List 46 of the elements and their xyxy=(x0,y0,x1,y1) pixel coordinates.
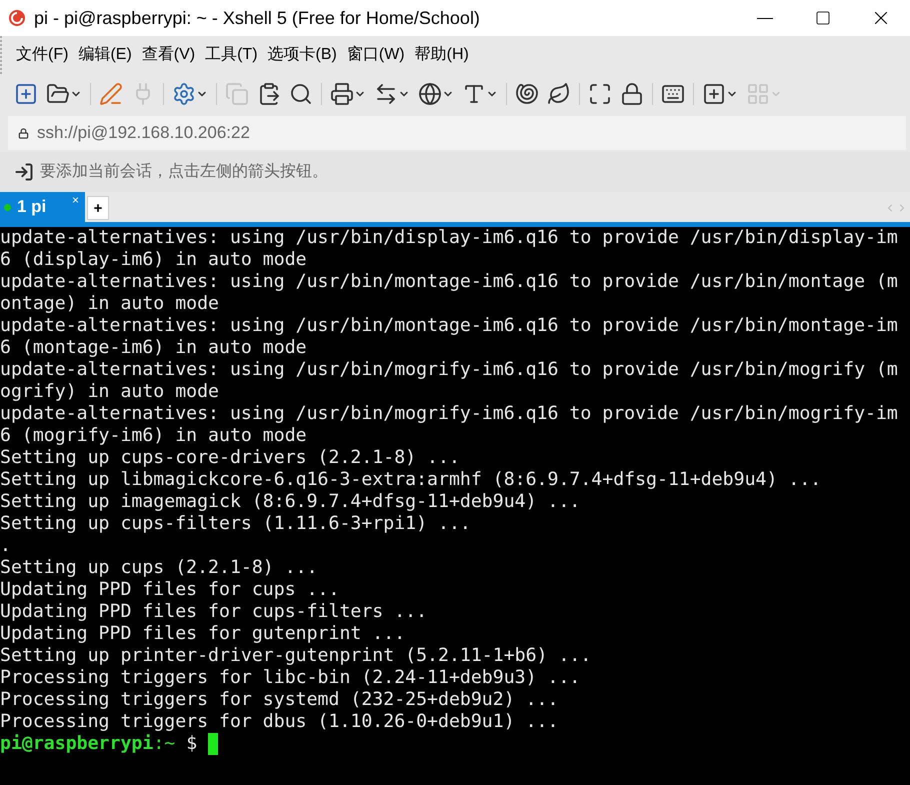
terminal-line: 6 (mogrify-im6) in auto mode xyxy=(0,425,308,447)
cursor xyxy=(208,733,218,755)
terminal-line: Processing triggers for libc-bin (2.24-11+deb9u3) ... xyxy=(0,667,582,689)
terminal-line: Setting up imagemagick (8:6.9.7.4+dfsg-11+deb9u4) ... xyxy=(0,491,582,513)
terminal-line: update-alternatives: using /usr/bin/mogrify-im6.q16 to provide /usr/bin/mogrify (m xyxy=(0,359,899,381)
terminal-line: update-alternatives: using /usr/bin/montage-im6.q16 to provide /usr/bin/montage-im xyxy=(0,315,899,337)
terminal-line: Updating PPD files for cups-filters ... xyxy=(0,601,428,623)
session-tab[interactable]: 1 pi × xyxy=(0,192,85,222)
terminal-line: 6 (display-im6) in auto mode xyxy=(0,249,308,271)
address-field[interactable]: ssh://pi@192.168.10.206:22 xyxy=(8,116,906,150)
menu-item[interactable]: 帮助(H) xyxy=(410,43,473,67)
prompt-path: :~ xyxy=(153,733,176,755)
new-tab-button[interactable]: + xyxy=(87,196,109,220)
terminal-line: Setting up libmagickcore-6.q16-3-extra:armhf (8:6.9.7.4+dfsg-11+deb9u4) ... xyxy=(0,469,822,491)
menu-item[interactable]: 查看(V) xyxy=(138,43,200,67)
prompt-user-host: pi@raspberrypi xyxy=(0,733,154,755)
hint-text: 要添加当前会话，点击左侧的箭头按钮。 xyxy=(40,162,328,182)
terminal-line: Setting up cups-filters (1.11.6-3+rpi1) ... xyxy=(0,513,472,535)
prompt-symbol: $ xyxy=(186,733,198,755)
terminal-line: ogrify) in auto mode xyxy=(0,381,220,403)
menu-item[interactable]: 编辑(E) xyxy=(74,43,136,67)
window-title: pi - pi@raspberrypi: ~ - Xshell 5 (Free for Home/School) xyxy=(34,6,480,30)
lock-icon xyxy=(18,128,29,138)
tab-close[interactable]: × xyxy=(72,194,79,206)
app-logo-icon xyxy=(8,9,26,27)
terminal-line: Setting up cups-core-drivers (2.2.1-8) ... xyxy=(0,447,461,469)
menu-item[interactable]: 工具(T) xyxy=(201,43,262,67)
terminal-line: Setting up printer-driver-gutenprint (5.2.11-1+b6) ... xyxy=(0,645,592,667)
tab-label: 1 pi xyxy=(17,196,46,218)
address-text: ssh://pi@192.168.10.206:22 xyxy=(37,122,250,144)
terminal-line: Processing triggers for dbus (1.10.26-0+deb9u1) ... xyxy=(0,711,560,733)
menu-item[interactable]: 窗口(W) xyxy=(342,43,409,67)
terminal-line: update-alternatives: using /usr/bin/mogrify-im6.q16 to provide /usr/bin/mogrify-im xyxy=(0,403,899,425)
terminal-line: Updating PPD files for cups ... xyxy=(0,579,340,601)
menu-item[interactable]: 文件(F) xyxy=(12,43,72,67)
terminal-line: . xyxy=(0,535,12,557)
terminal-line: update-alternatives: using /usr/bin/montage-im6.q16 to provide /usr/bin/montage (m xyxy=(0,271,899,293)
terminal-line: Processing triggers for systemd (232-25+deb9u2) ... xyxy=(0,689,560,711)
menu-item[interactable]: 选项卡(B) xyxy=(264,43,341,67)
terminal-line: 6 (montage-im6) in auto mode xyxy=(0,337,308,359)
terminal-line: Updating PPD files for gutenprint ... xyxy=(0,623,406,645)
terminal-line: update-alternatives: using /usr/bin/display-im6.q16 to provide /usr/bin/display-im xyxy=(0,227,899,249)
terminal-line: ontage) in auto mode xyxy=(0,293,220,315)
maximize-icon xyxy=(815,10,831,26)
terminal-line: Setting up cups (2.2.1-8) ... xyxy=(0,557,319,579)
arrow-icon[interactable] xyxy=(14,162,34,182)
